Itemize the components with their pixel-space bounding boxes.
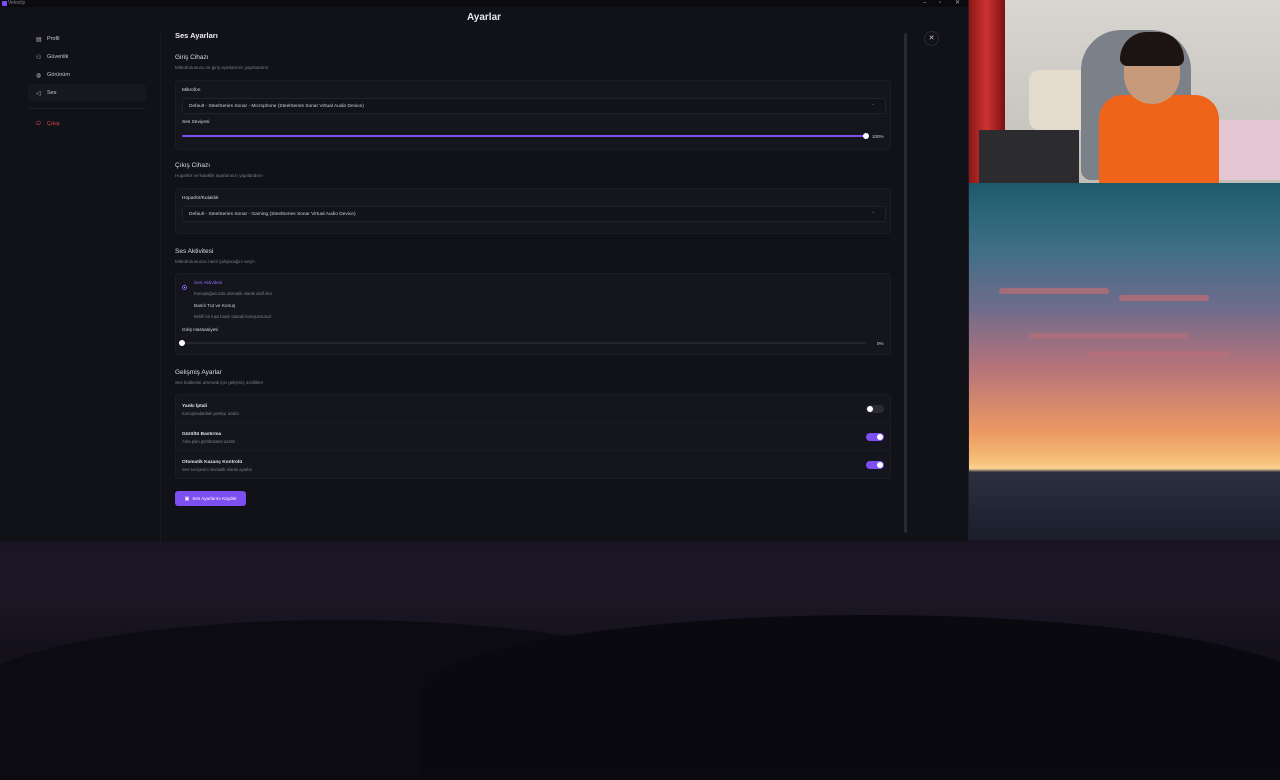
volume-slider-thumb[interactable] [863, 133, 869, 139]
sidebar-item-label: Ses [47, 90, 57, 96]
section-subtitle: Hoparlör ve kulaklık ayarlarınızı yapıla… [175, 173, 263, 178]
sidebar-item-logout[interactable]: ⏻ Çıkış [28, 115, 146, 133]
content-scrollbar[interactable] [904, 33, 907, 533]
webcam-overlay [969, 0, 1280, 183]
speaker-select[interactable]: Default - SteelSeries Sonar - Gaming (St… [182, 206, 886, 222]
minimize-button[interactable]: – [923, 0, 926, 7]
toggle-knob [867, 406, 873, 412]
sidebar-divider [28, 108, 146, 109]
sidebar-item-label: Güvenlik [47, 54, 69, 60]
title-bar: Velocity – ▫ ✕ [0, 0, 968, 7]
section-title: Gelişmiş Ayarlar [175, 369, 222, 376]
bed-shape [1214, 120, 1280, 180]
input-device-section: Giriş Cihazı Mikrofonunuzu ve giriş ayar… [175, 54, 268, 70]
echo-cancellation-row: Yankı İptali Konuşmalardaki yankıyı azal… [175, 394, 891, 423]
desktop-wallpaper [0, 540, 1280, 780]
voice-activity-section: Ses Aktivitesi Mikrofonunuzun nasıl çalı… [175, 248, 255, 264]
page-title: Ses Ayarları [175, 31, 218, 40]
users-icon: ⚇ [36, 54, 42, 61]
chevron-down-icon: ⌄ [870, 209, 875, 215]
sidebar-item-security[interactable]: ⚇ Güvenlik [28, 48, 146, 66]
sensitivity-label: Giriş Hassasiyeti [182, 328, 218, 333]
speaker-select-value: Default - SteelSeries Sonar - Gaming (St… [189, 211, 356, 217]
sidebar-item-appearance[interactable]: ◍ Görünüm [28, 66, 146, 84]
section-title: Çıkış Cihazı [175, 162, 211, 169]
sidebar-item-sound[interactable]: ◁ Ses [28, 84, 146, 102]
microphone-label: Mikrofon [182, 88, 201, 93]
window-close-button[interactable]: ✕ [955, 0, 960, 7]
power-icon: ⏻ [36, 120, 41, 127]
save-sound-settings-button[interactable]: ▣ Ses Ayarlarını Kaydet [175, 491, 246, 506]
push-to-talk-option[interactable]: Basılı Tut ve Konuş [194, 304, 235, 309]
desk-shape [979, 130, 1079, 183]
microphone-select-value: Default - SteelSeries Sonar - Microphone… [189, 103, 364, 109]
setting-description: Ses seviyesini otomatik olarak ayarlar [182, 467, 253, 472]
close-icon: ✕ [928, 35, 935, 42]
settings-window: Velocity – ▫ ✕ Ayarlar ✕ ▤ Profil ⚇ Güve… [0, 0, 969, 542]
person-shirt [1099, 95, 1219, 183]
sidebar-item-profile[interactable]: ▤ Profil [28, 30, 146, 48]
toggle-knob [877, 434, 883, 440]
option-title: Ses Aktivitesi [194, 281, 223, 286]
volume-slider-fill [182, 135, 866, 137]
cloud-streak [999, 288, 1109, 294]
sidebar-item-label: Görünüm [47, 72, 70, 78]
section-subtitle: Ses kalitesini artırmak için gelişmiş öz… [175, 380, 264, 385]
save-button-label: Ses Ayarlarını Kaydet [192, 496, 237, 501]
sidebar-item-label: Çıkış [47, 121, 60, 127]
setting-description: Arka plan gürültüsünü azaltır [182, 439, 236, 444]
chevron-down-icon: ⌄ [870, 101, 875, 107]
save-icon: ▣ [184, 495, 190, 502]
app-logo-icon [2, 1, 7, 6]
cloud-streak [1119, 295, 1209, 301]
echo-cancellation-toggle[interactable] [866, 405, 884, 413]
output-device-card: Hoparlör/Kulaklık Default - SteelSeries … [175, 188, 891, 234]
option-description: Belirli bir tuşa basılı tutarak konuşurs… [194, 314, 272, 319]
sensitivity-slider-track[interactable] [182, 342, 866, 344]
setting-title: Otomatik Kazanç Kontrolü [182, 460, 243, 465]
section-subtitle: Mikrofonunuzun nasıl çalışacağını seçin [175, 259, 255, 264]
id-card-icon: ▤ [36, 36, 42, 43]
input-device-card: Mikrofon Default - SteelSeries Sonar - M… [175, 80, 891, 150]
advanced-settings-section: Gelişmiş Ayarlar Ses kalitesini artırmak… [175, 369, 263, 385]
app-name: Velocity [8, 0, 26, 6]
option-description: Konuştuğunuzda otomatik olarak aktif olu… [194, 291, 272, 296]
sensitivity-value: 0% [877, 341, 884, 346]
sidebar-divider-line [160, 30, 161, 542]
section-title: Ses Aktivitesi [175, 248, 214, 255]
cloud-streak [1029, 333, 1189, 339]
sidebar-item-label: Profil [47, 36, 60, 42]
noise-suppression-row: Gürültü Bastırma Arka plan gürültüsünü a… [175, 422, 891, 451]
auto-gain-control-row: Otomatik Kazanç Kontrolü Ses seviyesini … [175, 450, 891, 479]
setting-description: Konuşmalardaki yankıyı azaltır [182, 411, 240, 416]
sunset-wallpaper [969, 183, 1280, 540]
sensitivity-slider-thumb[interactable] [179, 340, 185, 346]
microphone-select[interactable]: Default - SteelSeries Sonar - Microphone… [182, 98, 886, 114]
hill-shape [420, 615, 1280, 775]
auto-gain-control-toggle[interactable] [866, 461, 884, 469]
toggle-knob [877, 462, 883, 468]
section-subtitle: Mikrofonunuzu ve giriş ayarlarınızı yapı… [175, 65, 269, 70]
output-device-section: Çıkış Cihazı Hoparlör ve kulaklık ayarla… [175, 162, 263, 178]
voice-activity-radio[interactable] [182, 285, 187, 290]
speaker-label: Hoparlör/Kulaklık [182, 196, 219, 201]
page-header-title: Ayarlar [466, 12, 502, 23]
voice-activity-card: Ses Aktivitesi Konuştuğunuzda otomatik o… [175, 273, 891, 355]
section-title: Giriş Cihazı [175, 54, 209, 61]
cloud-streak [1089, 351, 1229, 357]
maximize-button[interactable]: ▫ [939, 0, 941, 7]
speaker-icon: ◁ [36, 90, 41, 97]
settings-sidebar: ▤ Profil ⚇ Güvenlik ◍ Görünüm ◁ Ses ⏻ Çı… [28, 30, 146, 133]
setting-title: Gürültü Bastırma [182, 432, 222, 437]
palette-icon: ◍ [36, 72, 42, 79]
volume-value: 100% [872, 134, 884, 139]
volume-label: Ses Seviyesi [182, 120, 210, 125]
setting-title: Yankı İptali [182, 404, 208, 409]
noise-suppression-toggle[interactable] [866, 433, 884, 441]
close-settings-button[interactable]: ✕ [924, 31, 939, 46]
